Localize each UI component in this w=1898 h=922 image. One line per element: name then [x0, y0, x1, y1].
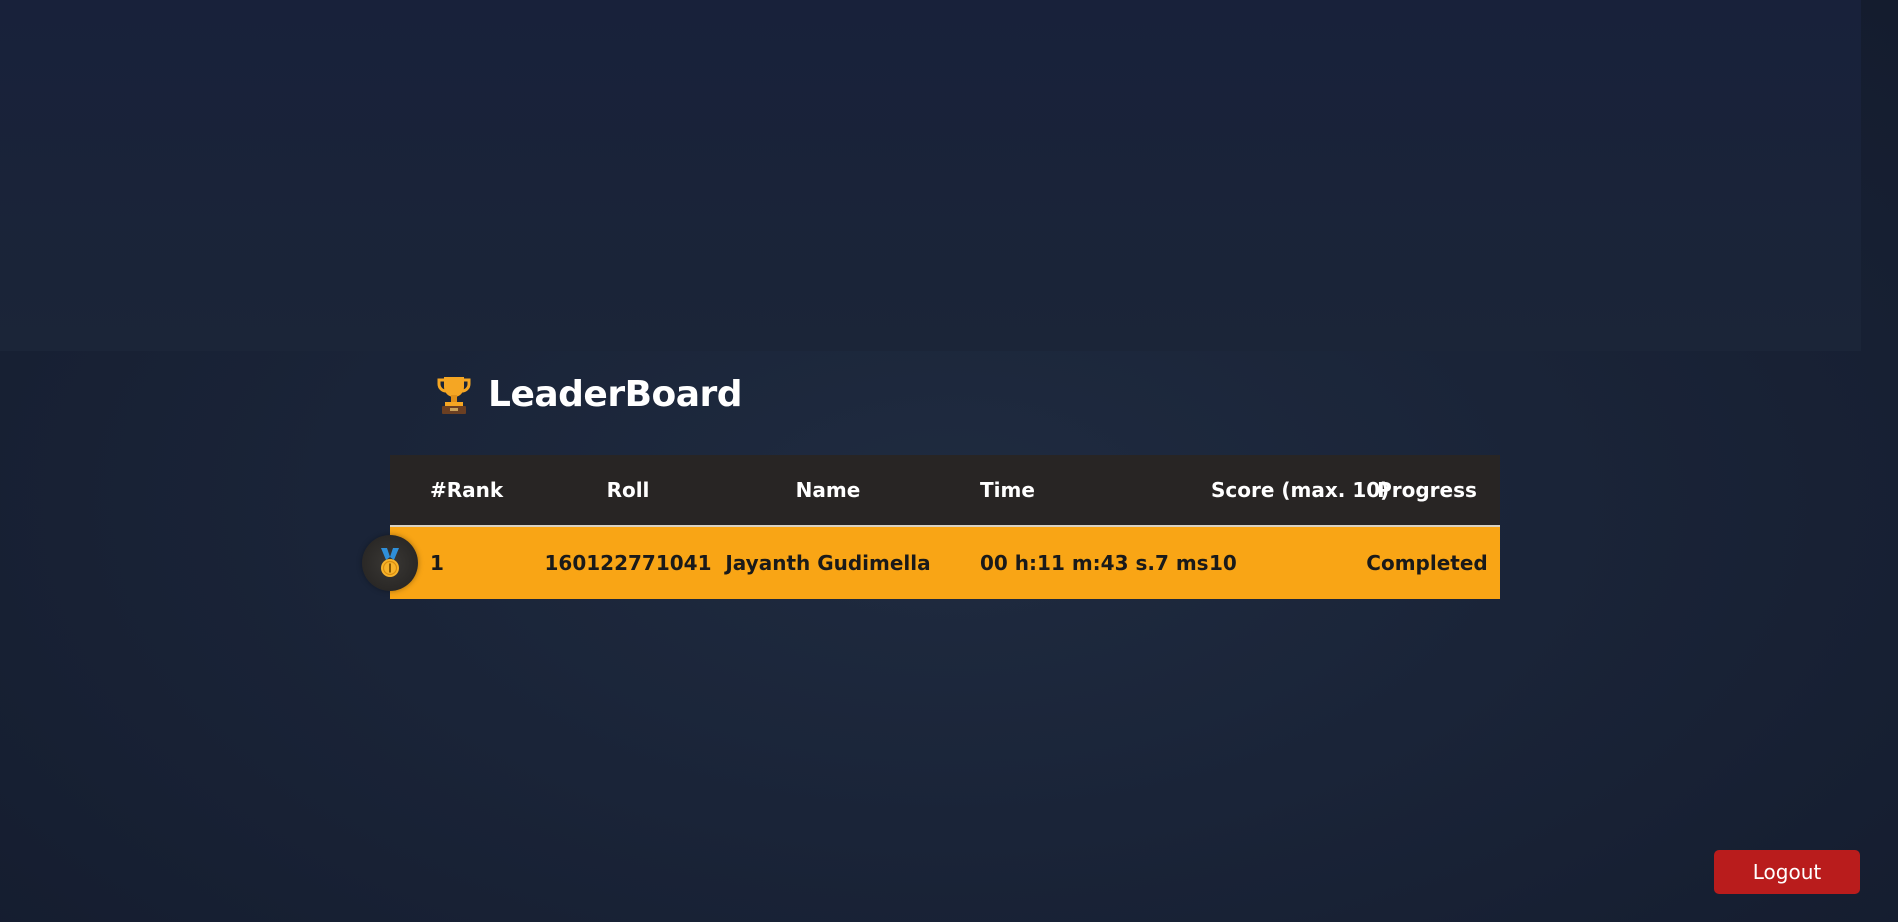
table-header-row: #Rank Roll Name Time Score (max. 10) Pro…: [390, 455, 1500, 527]
column-header-score: Score (max. 10): [1211, 478, 1390, 502]
leaderboard-table: #Rank Roll Name Time Score (max. 10) Pro…: [362, 455, 1500, 599]
logout-button[interactable]: Logout: [1714, 850, 1860, 894]
score-cell: 10: [1209, 551, 1237, 575]
medal-icon: [377, 548, 403, 578]
column-header-rank: #Rank: [430, 478, 504, 502]
page-heading: LeaderBoard: [436, 370, 743, 418]
progress-cell: Completed: [1366, 551, 1488, 575]
table-row: 1 160122771041 Jayanth Gudimella 00 h:11…: [362, 527, 1500, 599]
column-header-name: Name: [795, 478, 861, 502]
trophy-icon: [436, 373, 472, 415]
column-header-time: Time: [980, 478, 1035, 502]
name-cell: Jayanth Gudimella: [725, 551, 931, 575]
rank-badge: [362, 535, 418, 591]
top-banner-area: [0, 0, 1861, 351]
column-header-progress: Progress: [1377, 478, 1477, 502]
roll-cell: 160122771041: [544, 551, 712, 575]
page-title: LeaderBoard: [488, 373, 743, 415]
column-header-roll: Roll: [606, 478, 650, 502]
time-cell: 00 h:11 m:43 s.7 ms: [980, 551, 1209, 575]
